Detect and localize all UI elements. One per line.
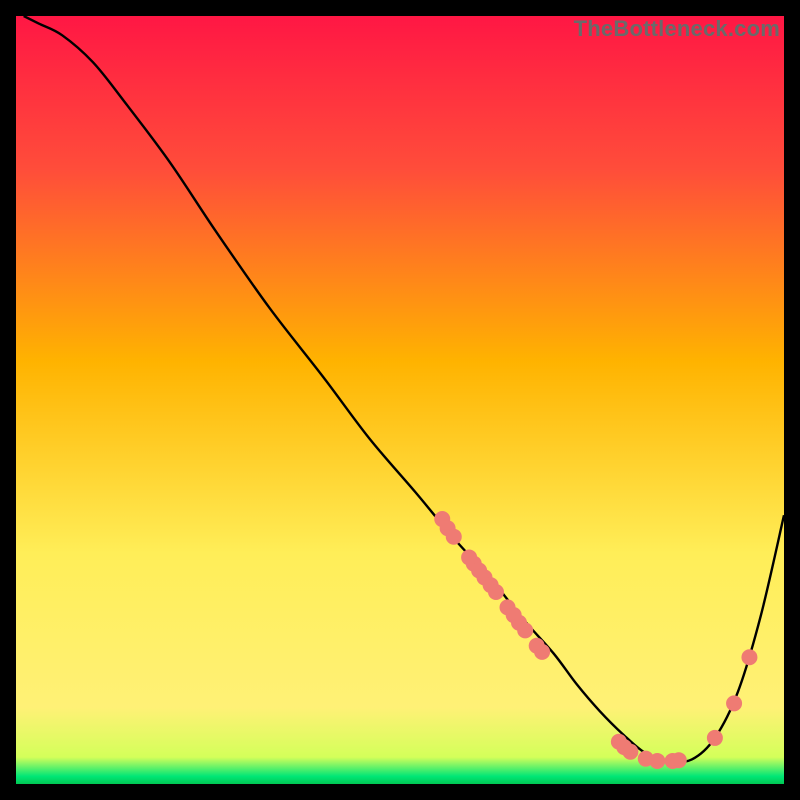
chart-svg bbox=[16, 16, 784, 784]
marker-dot bbox=[726, 695, 742, 711]
marker-dot bbox=[622, 744, 638, 760]
marker-dot bbox=[446, 529, 462, 545]
marker-dot bbox=[534, 644, 550, 660]
plot-background bbox=[16, 16, 784, 784]
chart-frame: TheBottleneck.com bbox=[16, 16, 784, 784]
watermark-text: TheBottleneck.com bbox=[574, 16, 780, 42]
marker-dot bbox=[517, 622, 533, 638]
marker-dot bbox=[671, 752, 687, 768]
marker-dot bbox=[649, 753, 665, 769]
marker-dot bbox=[488, 584, 504, 600]
marker-dot bbox=[707, 730, 723, 746]
marker-dot bbox=[741, 649, 757, 665]
